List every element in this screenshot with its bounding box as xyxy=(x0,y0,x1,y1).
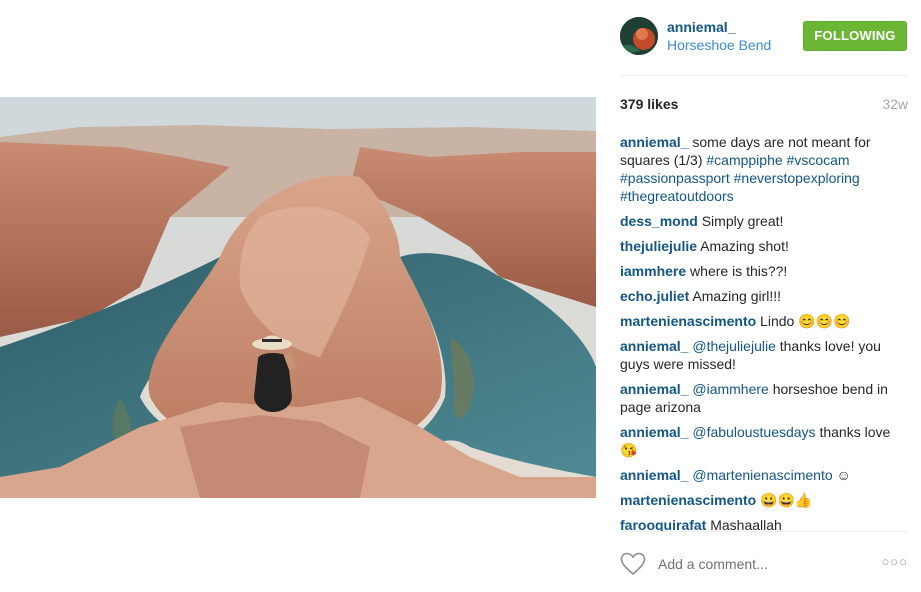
comment-text: Amazing girl!!! xyxy=(689,288,782,304)
mention-or-hashtag-link[interactable]: #thegreatoutdoors xyxy=(620,188,734,204)
comment-item: iammhere where is this??! xyxy=(620,262,908,280)
emoji: 😊😊😊 xyxy=(798,313,851,329)
add-comment-input[interactable] xyxy=(658,554,878,574)
comment-author-link[interactable]: iammhere xyxy=(620,263,686,279)
likes-count[interactable]: 379 likes xyxy=(620,96,678,112)
comment-author-link[interactable]: martenienascimento xyxy=(620,492,756,508)
post-age[interactable]: 32w xyxy=(882,96,908,112)
comment-item: martenienascimento Lindo 😊😊😊 xyxy=(620,312,908,330)
comment-author-link[interactable]: anniemal_ xyxy=(620,134,688,150)
comment-author-link[interactable]: anniemal_ xyxy=(620,381,688,397)
comment-author-link[interactable]: farooquirafat xyxy=(620,517,706,531)
mention-or-hashtag-link[interactable]: @martenienascimento xyxy=(692,467,832,483)
comment-item: anniemal_ @thejuliejulie thanks love! yo… xyxy=(620,337,908,373)
heart-outline-icon[interactable] xyxy=(620,552,646,576)
post-photo[interactable] xyxy=(0,97,596,498)
comment-item: farooquirafat Mashaallah xyxy=(620,516,908,531)
comment-author-link[interactable]: thejuliejulie xyxy=(620,238,697,254)
comment-item: dess_mond Simply great! xyxy=(620,212,908,230)
comment-text: Mashaallah xyxy=(706,517,782,531)
comment-item: anniemal_ @iammhere horseshoe bend in pa… xyxy=(620,380,908,416)
following-button[interactable]: FOLLOWING xyxy=(803,21,907,51)
comment-item: anniemal_ some days are not meant for sq… xyxy=(620,133,908,205)
post-stats: 379 likes 32w xyxy=(620,96,908,116)
comment-author-link[interactable]: anniemal_ xyxy=(620,424,688,440)
comment-text: thanks love xyxy=(815,424,891,440)
mention-or-hashtag-link[interactable]: @thejuliejulie xyxy=(692,338,775,354)
comment-text: Lindo xyxy=(756,313,799,329)
post-sidebar: anniemal_ Horseshoe Bend FOLLOWING 379 l… xyxy=(620,0,908,592)
comment-item: martenienascimento 😀😀👍 xyxy=(620,491,908,509)
username-link[interactable]: anniemal_ xyxy=(667,19,735,35)
comment-text: ☺ xyxy=(832,467,851,483)
emoji: 😘 xyxy=(620,442,638,458)
comment-item: anniemal_ @martenienascimento ☺ xyxy=(620,466,908,484)
comment-author-link[interactable]: echo.juliet xyxy=(620,288,689,304)
comment-item: echo.juliet Amazing girl!!! xyxy=(620,287,908,305)
emoji: 😀😀👍 xyxy=(760,492,813,508)
comment-author-link[interactable]: dess_mond xyxy=(620,213,698,229)
avatar[interactable] xyxy=(620,17,658,55)
more-options-icon[interactable]: ○○○ xyxy=(881,554,908,569)
post-header: anniemal_ Horseshoe Bend FOLLOWING xyxy=(620,0,908,76)
comment-author-link[interactable]: anniemal_ xyxy=(620,467,688,483)
comment-author-link[interactable]: anniemal_ xyxy=(620,338,688,354)
mention-or-hashtag-link[interactable]: #passionpassport xyxy=(620,170,730,186)
location-link[interactable]: Horseshoe Bend xyxy=(667,37,771,53)
mention-or-hashtag-link[interactable]: #neverstopexploring xyxy=(734,170,860,186)
comment-author-link[interactable]: martenienascimento xyxy=(620,313,756,329)
comment-text: Simply great! xyxy=(697,213,784,229)
comment-list: anniemal_ some days are not meant for sq… xyxy=(620,133,908,531)
comment-item: thejuliejulie Amazing shot! xyxy=(620,237,908,255)
mention-or-hashtag-link[interactable]: @iammhere xyxy=(692,381,768,397)
comment-item: anniemal_ @fabuloustuesdays thanks love … xyxy=(620,423,908,459)
comment-text: where is this??! xyxy=(686,263,788,279)
comment-footer: ○○○ xyxy=(620,531,908,592)
mention-or-hashtag-link[interactable]: @fabuloustuesdays xyxy=(692,424,815,440)
mention-or-hashtag-link[interactable]: #camppiphe xyxy=(706,152,782,168)
comment-text: Amazing shot! xyxy=(697,238,789,254)
mention-or-hashtag-link[interactable]: #vscocam xyxy=(787,152,850,168)
